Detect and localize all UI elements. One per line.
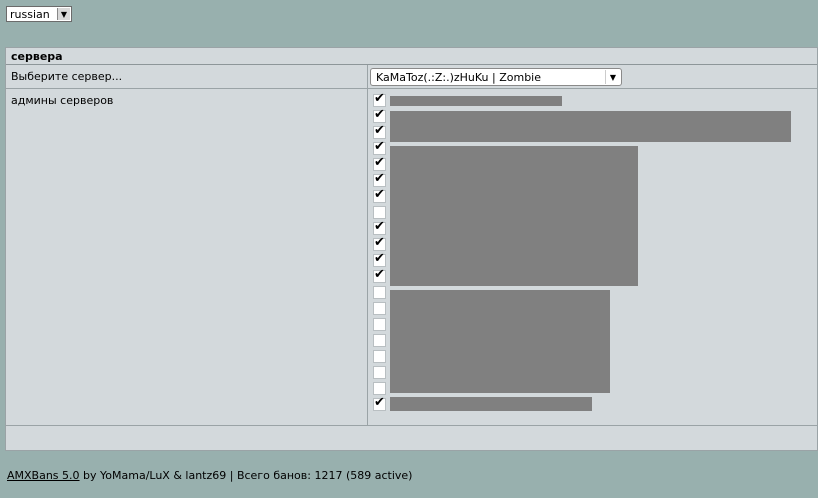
language-select-value: russian (10, 8, 50, 21)
redacted-area (390, 111, 791, 142)
checkmark-icon: ✔ (374, 235, 385, 250)
admin-checkbox[interactable] (373, 382, 386, 395)
page-footer: AMXBans 5.0 by YoMama/LuX & lantz69 | Вс… (7, 469, 412, 482)
server-select-label: Выберите сервер... (11, 70, 123, 83)
admin-checkbox[interactable]: ✔ (373, 123, 386, 139)
admin-checkbox[interactable] (373, 366, 386, 379)
panel-footer (5, 426, 818, 451)
admin-checkbox[interactable]: ✔ (373, 187, 386, 203)
admin-checkbox[interactable]: ✔ (373, 139, 386, 155)
redacted-area (390, 290, 610, 393)
checkmark-icon: ✔ (374, 219, 385, 234)
admin-checkbox[interactable]: ✔ (373, 171, 386, 187)
admin-checkbox[interactable]: ✔ (373, 107, 386, 123)
admin-checkbox[interactable] (373, 334, 386, 347)
checkmark-icon: ✔ (374, 251, 385, 266)
admin-checkbox[interactable]: ✔ (373, 235, 386, 251)
redacted-area (390, 146, 638, 286)
checkmark-icon: ✔ (374, 123, 385, 138)
redacted-area (390, 397, 592, 411)
chevron-down-icon[interactable]: ▼ (605, 70, 620, 84)
admin-checkbox[interactable] (373, 206, 386, 219)
admins-label: админы серверов (11, 94, 114, 107)
chevron-down-icon[interactable]: ▼ (57, 8, 70, 20)
admin-checkbox[interactable]: ✔ (373, 251, 386, 267)
server-select-value: KaMaToz(.:Z:.)zHuKu | Zombie (376, 71, 542, 84)
admin-checkbox[interactable] (373, 318, 386, 331)
checkmark-icon: ✔ (374, 139, 385, 154)
admin-checkbox[interactable]: ✔ (373, 91, 386, 107)
admin-checkbox[interactable] (373, 350, 386, 363)
panel-title: сервера (6, 48, 817, 65)
column-divider (367, 65, 368, 426)
admin-checkbox[interactable] (373, 286, 386, 299)
server-select[interactable]: KaMaToz(.:Z:.)zHuKu | Zombie ▼ (370, 68, 622, 86)
language-select[interactable]: russian ▼ (6, 6, 72, 22)
checkmark-icon: ✔ (374, 395, 385, 410)
admin-checkbox[interactable]: ✔ (373, 219, 386, 235)
checkmark-icon: ✔ (374, 187, 385, 202)
checkmark-icon: ✔ (374, 107, 385, 122)
admin-checkbox[interactable]: ✔ (373, 155, 386, 171)
checkmark-icon: ✔ (374, 91, 385, 106)
amxbans-link[interactable]: AMXBans 5.0 (7, 469, 80, 482)
checkmark-icon: ✔ (374, 155, 385, 170)
footer-text: by YoMama/LuX & lantz69 | Всего банов: 1… (79, 469, 413, 482)
servers-panel: сервера Выберите сервер... KaMaToz(.:Z:.… (5, 47, 818, 451)
admin-checkbox[interactable]: ✔ (373, 267, 386, 283)
admin-checkbox[interactable]: ✔ (373, 395, 386, 411)
checkmark-icon: ✔ (374, 267, 385, 282)
checkmark-icon: ✔ (374, 171, 385, 186)
admin-checkbox[interactable] (373, 302, 386, 315)
redacted-area (390, 96, 562, 106)
